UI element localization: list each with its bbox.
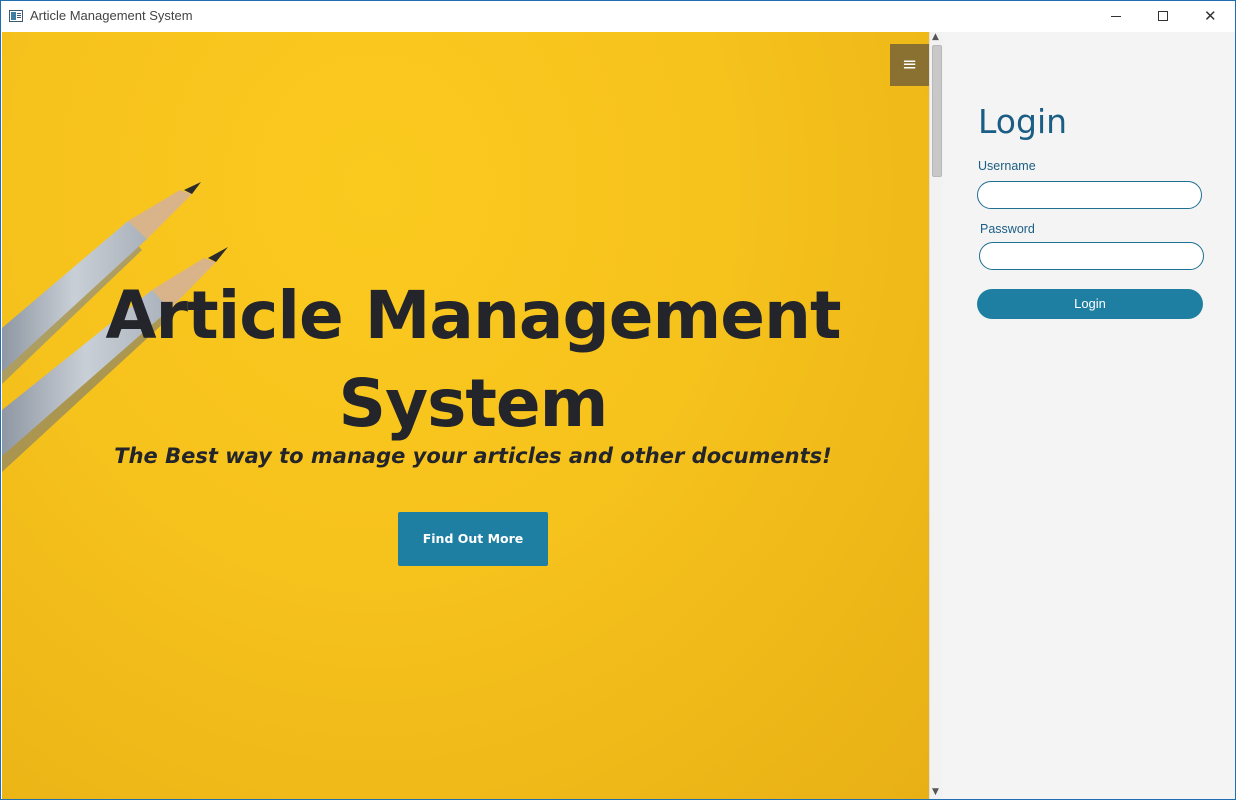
menu-button[interactable]: ≡	[890, 44, 929, 86]
app-window: Article Management System ✕ ≡ Article Ma…	[0, 0, 1236, 800]
scroll-down-icon[interactable]: ▼	[932, 787, 939, 797]
hero-subtitle: The Best way to manage your articles and…	[114, 444, 832, 468]
hamburger-icon: ≡	[901, 54, 918, 75]
login-panel: Login Username Password Login	[943, 32, 1235, 799]
username-input[interactable]	[977, 181, 1202, 209]
find-out-more-button[interactable]: Find Out More	[398, 512, 548, 566]
vertical-scrollbar[interactable]: ▲ ▼	[929, 32, 943, 799]
username-label: Username	[978, 159, 1036, 173]
maximize-icon	[1158, 11, 1168, 21]
close-icon: ✕	[1204, 7, 1217, 25]
password-input[interactable]	[979, 242, 1204, 270]
title-bar[interactable]: Article Management System ✕	[1, 1, 1235, 32]
minimize-button[interactable]	[1093, 1, 1139, 32]
close-button[interactable]: ✕	[1187, 1, 1233, 32]
hero-section: ≡ Article Management System The Best way…	[2, 32, 929, 799]
scroll-thumb[interactable]	[932, 45, 942, 177]
scroll-up-icon[interactable]: ▲	[932, 32, 939, 42]
window-title: Article Management System	[30, 8, 193, 23]
hero-title: Article Management System	[105, 277, 841, 442]
login-button[interactable]: Login	[977, 289, 1203, 319]
maximize-button[interactable]	[1140, 1, 1186, 32]
password-label: Password	[980, 222, 1035, 236]
app-icon	[9, 10, 23, 22]
login-title: Login	[978, 102, 1068, 141]
minimize-icon	[1111, 16, 1121, 17]
